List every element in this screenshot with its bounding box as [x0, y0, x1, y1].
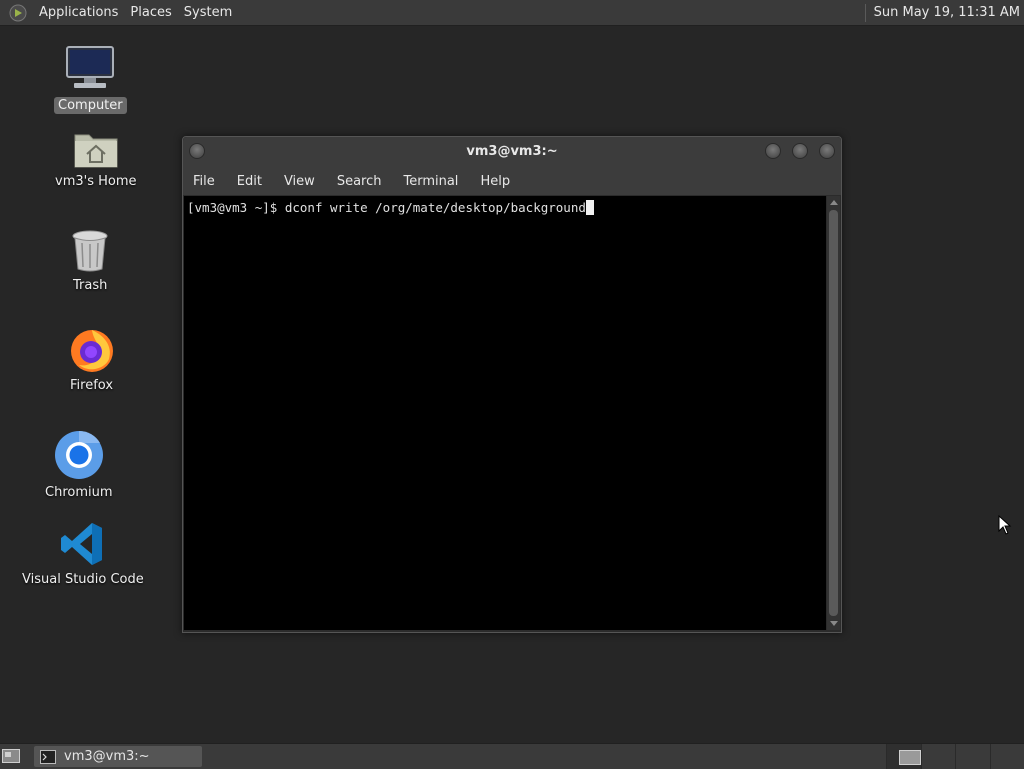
workspace-switcher: [886, 744, 1024, 769]
show-desktop-icon[interactable]: [2, 749, 20, 763]
typed-command: dconf write /org/mate/desktop/background: [285, 200, 586, 215]
computer-icon: [65, 45, 115, 93]
taskbar-item-label: vm3@vm3:~: [64, 749, 150, 764]
scroll-thumb[interactable]: [829, 210, 838, 616]
desktop-icon-trash[interactable]: Trash: [69, 229, 111, 294]
text-cursor: [586, 200, 594, 215]
taskbar-item-terminal[interactable]: vm3@vm3:~: [34, 746, 202, 767]
top-panel: Applications Places System Sun May 19, 1…: [0, 0, 1024, 26]
chromium-icon: [54, 430, 104, 480]
applications-menu[interactable]: Applications: [33, 5, 124, 20]
desktop-icon-vscode[interactable]: Visual Studio Code: [18, 521, 148, 588]
terminal-scrollbar[interactable]: [827, 196, 840, 630]
menu-help[interactable]: Help: [469, 174, 521, 189]
bottom-panel: vm3@vm3:~: [0, 743, 1024, 769]
menu-view[interactable]: View: [273, 174, 326, 189]
maximize-button[interactable]: [792, 143, 808, 159]
terminal-menubar: File Edit View Search Terminal Help: [183, 167, 841, 195]
system-menu[interactable]: System: [178, 5, 238, 20]
minimize-button[interactable]: [765, 143, 781, 159]
menu-terminal[interactable]: Terminal: [392, 174, 469, 189]
workspace-4[interactable]: [990, 744, 1024, 769]
desktop-icon-computer[interactable]: Computer: [54, 45, 127, 114]
workspace-window-thumb: [899, 750, 921, 765]
panel-separator: [865, 4, 866, 22]
terminal-text-area[interactable]: [vm3@vm3 ~]$ dconf write /org/mate/deskt…: [184, 196, 826, 630]
desktop-icon-label: Computer: [54, 97, 127, 114]
menu-file[interactable]: File: [183, 174, 226, 189]
desktop-icon-label: Firefox: [66, 377, 117, 394]
window-titlebar[interactable]: vm3@vm3:~: [183, 137, 841, 167]
mouse-pointer-icon: [998, 515, 1012, 535]
desktop-icon-label: Chromium: [41, 484, 117, 501]
clock[interactable]: Sun May 19, 11:31 AM: [874, 5, 1020, 20]
desktop-icon-firefox[interactable]: Firefox: [66, 327, 117, 394]
desktop-icon-label: Visual Studio Code: [18, 571, 148, 588]
menu-edit[interactable]: Edit: [226, 174, 273, 189]
scroll-down-arrow-icon[interactable]: [830, 621, 838, 626]
shell-prompt: [vm3@vm3 ~]$: [187, 200, 285, 215]
vscode-icon: [60, 521, 106, 567]
window-title: vm3@vm3:~: [183, 144, 841, 159]
workspace-3[interactable]: [955, 744, 990, 769]
desktop-icon-home[interactable]: vm3's Home: [51, 129, 141, 190]
command-line: [vm3@vm3 ~]$ dconf write /org/mate/deskt…: [187, 200, 594, 215]
terminal-window[interactable]: vm3@vm3:~ File Edit View Search Terminal…: [182, 136, 842, 633]
workspace-1[interactable]: [886, 744, 921, 769]
menu-search[interactable]: Search: [326, 174, 393, 189]
home-folder-icon: [73, 129, 119, 169]
workspace-2[interactable]: [921, 744, 956, 769]
mate-logo-icon[interactable]: [9, 4, 27, 22]
scroll-up-arrow-icon[interactable]: [830, 200, 838, 205]
places-menu[interactable]: Places: [124, 5, 177, 20]
trash-icon: [71, 229, 109, 273]
desktop-icon-chromium[interactable]: Chromium: [41, 430, 117, 501]
desktop-icon-label: Trash: [69, 277, 111, 294]
firefox-icon: [69, 327, 115, 373]
desktop-icon-label: vm3's Home: [51, 173, 141, 190]
close-button[interactable]: [819, 143, 835, 159]
terminal-icon: [40, 750, 56, 764]
